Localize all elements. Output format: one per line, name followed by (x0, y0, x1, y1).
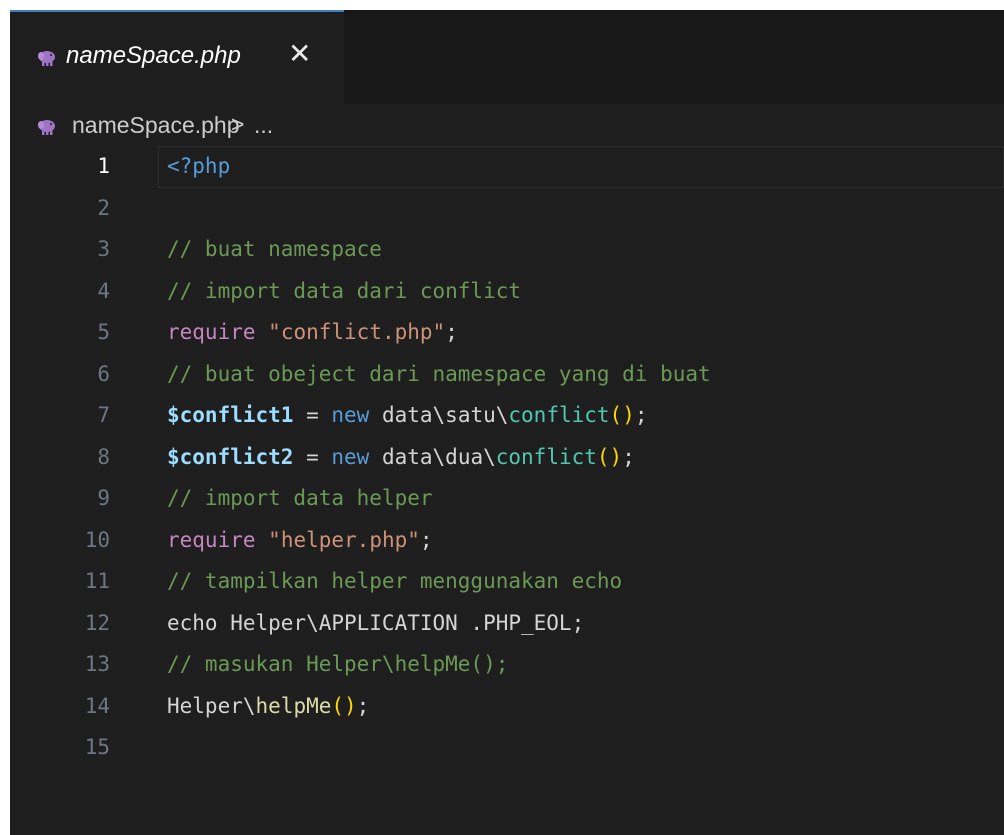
line-number: 13 (84, 652, 110, 676)
line-number: 8 (97, 444, 110, 469)
code-editor[interactable] (10, 150, 1004, 835)
line-number: 5 (97, 320, 110, 344)
line-number: 9 (97, 486, 110, 510)
breadcrumb-file[interactable]: nameSpace.php (72, 112, 240, 139)
code-line[interactable]: // buat obeject dari namespace yang di b… (167, 359, 711, 389)
php-elephant-icon (38, 120, 55, 135)
editor-window: nameSpace.php ✕ nameSpace.php > ... 1 <?p… (10, 10, 1004, 835)
code-line[interactable]: Helper\helpMe(); (167, 691, 369, 721)
code-token: Helper\ (167, 693, 256, 718)
breadcrumb-separator: > (231, 111, 245, 137)
code-token: conflict (495, 444, 597, 469)
line-number: 6 (97, 361, 110, 386)
code-token: // import data dari conflict (167, 278, 522, 303)
line-number: 12 (84, 610, 110, 635)
code-token: // tampilkan helper menggunakan echo (167, 569, 623, 593)
code-token: // buat namespace (167, 237, 382, 261)
code-token: = (293, 403, 332, 427)
close-icon[interactable]: ✕ (288, 37, 311, 71)
code-token: ; (419, 527, 433, 552)
code-token: // buat obeject dari namespace yang di b… (167, 361, 711, 386)
code-token: conflict (508, 403, 610, 427)
code-line[interactable]: // import data dari conflict (167, 276, 521, 306)
code-line[interactable]: $conflict1 = new data\satu\conflict(); (167, 400, 648, 430)
code-token: data\satu\ (369, 403, 509, 427)
code-token: ; (356, 693, 370, 718)
line-number: 14 (84, 693, 110, 718)
line-number: 11 (84, 569, 110, 593)
breadcrumb-symbols[interactable]: ... (254, 112, 273, 139)
code-line[interactable]: require "helper.php"; (167, 525, 433, 555)
code-token: new (331, 403, 370, 427)
code-token: new (331, 444, 370, 469)
tab-bar: nameSpace.php ✕ (10, 10, 1004, 104)
code-line[interactable]: <?php (167, 151, 230, 181)
php-elephant-icon (38, 51, 55, 66)
code-token: $conflict1 (167, 403, 294, 427)
current-line-highlight (158, 146, 1004, 188)
code-token: "conflict.php" (268, 320, 446, 344)
code-token: ; (622, 444, 635, 469)
code-token: require (167, 320, 256, 344)
code-token: // import data helper (167, 486, 433, 510)
code-token: () (609, 403, 635, 427)
code-token: <?php (167, 154, 231, 178)
tab-namespace-php[interactable]: nameSpace.php ✕ (10, 10, 344, 104)
code-line[interactable]: // import data helper (167, 483, 433, 513)
line-number: 1 (97, 154, 110, 178)
line-number: 2 (97, 195, 110, 220)
code-line[interactable]: // tampilkan helper menggunakan echo (167, 566, 622, 596)
line-number: 15 (84, 735, 110, 759)
code-token: // masukan Helper\helpMe(); (167, 652, 509, 676)
code-token: helpMe (255, 693, 332, 718)
line-number: 4 (97, 278, 110, 303)
code-line[interactable]: $conflict2 = new data\dua\conflict(); (167, 442, 635, 472)
code-token: ; (634, 403, 648, 427)
code-line[interactable]: echo Helper\APPLICATION .PHP_EOL; (167, 608, 584, 638)
code-line[interactable]: // masukan Helper\helpMe(); (167, 649, 508, 679)
code-line[interactable]: require "conflict.php"; (167, 317, 458, 347)
code-token: echo Helper\APPLICATION .PHP_EOL; (167, 610, 585, 635)
code-line[interactable]: // buat namespace (167, 234, 382, 264)
code-token: require (167, 527, 256, 552)
code-token: () (596, 444, 623, 469)
line-number: 10 (84, 527, 110, 552)
line-number: 7 (97, 403, 110, 427)
code-token: $conflict2 (167, 444, 294, 469)
tab-label: nameSpace.php (66, 42, 241, 69)
code-token: = (293, 444, 332, 469)
code-token: data\dua\ (369, 444, 496, 469)
code-token: "helper.php" (268, 527, 420, 552)
code-token: ; (445, 320, 458, 344)
code-token: () (331, 693, 357, 718)
line-number: 3 (97, 237, 110, 261)
